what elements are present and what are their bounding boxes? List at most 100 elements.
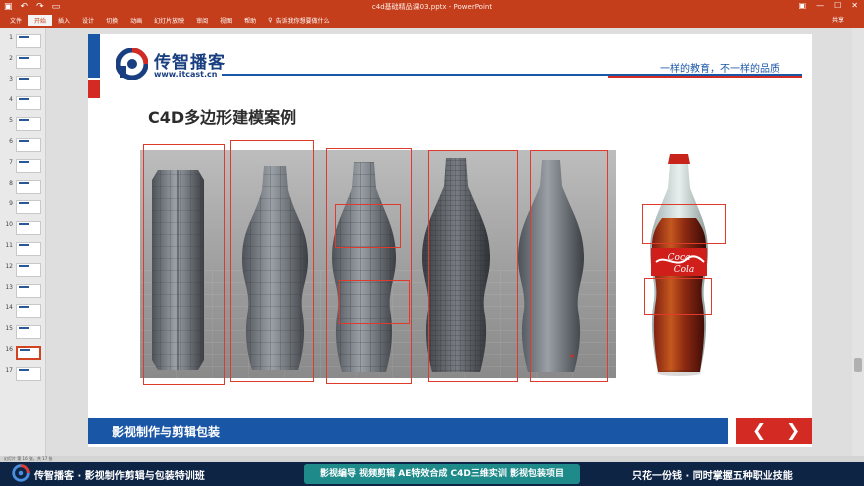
slide-thumbnail[interactable]: 5 xyxy=(3,117,43,133)
slide-thumbnail[interactable]: 9 xyxy=(3,200,43,216)
svg-text:Coca: Coca xyxy=(668,253,691,263)
slide-thumbnail[interactable]: 14 xyxy=(3,304,43,320)
prev-slide-button[interactable]: ❮ xyxy=(752,421,766,441)
slide-nav-buttons: ❮ ❯ xyxy=(736,418,812,444)
close-button[interactable]: ✕ xyxy=(851,1,858,10)
slide-thumbnail[interactable]: 12 xyxy=(3,262,43,279)
slide-thumbnail[interactable]: 13 xyxy=(3,283,43,300)
annotation-box-coke-waist xyxy=(644,278,712,315)
annotation-box xyxy=(428,150,518,382)
slide-thumbnail-preview xyxy=(16,158,41,173)
slide-thumbnail-preview xyxy=(16,117,41,132)
annotation-box xyxy=(143,144,225,385)
ribbon-tab[interactable]: 插入 xyxy=(52,15,76,26)
header-blue-bar xyxy=(88,34,100,78)
slide-thumbnail-number: 15 xyxy=(5,325,13,333)
slide-thumbnail-preview xyxy=(16,262,41,277)
promo-right-text: 只花一份钱 · 同时掌握五种职业技能 xyxy=(632,471,793,482)
itcast-logo-icon xyxy=(12,464,30,482)
slide-thumbnail-number: 3 xyxy=(9,75,13,83)
annotation-box xyxy=(530,150,608,382)
slide-thumbnail-preview xyxy=(16,221,41,236)
slide-thumbnail[interactable]: 17 xyxy=(3,366,43,383)
slide-thumbnail-number: 12 xyxy=(5,262,13,270)
slide-thumbnail[interactable]: 6 xyxy=(3,138,43,154)
annotation-box-coke-shoulder xyxy=(642,204,726,244)
ribbon-tab[interactable]: 文件 xyxy=(4,15,28,26)
slide-thumbnail[interactable]: 8 xyxy=(3,179,43,196)
slide-thumbnail-preview xyxy=(16,34,41,48)
ribbon-tabs: 文件 开始 插入 设计 切换 动画 幻灯片放映 审阅 视图 帮助 ♀ 告诉我你想要做什么 xyxy=(4,15,336,26)
slide-thumbnail[interactable]: 10 xyxy=(3,221,43,237)
slide-thumbnail[interactable]: 15 xyxy=(3,325,43,341)
ribbon-tab[interactable]: 幻灯片放映 xyxy=(148,15,190,26)
slide-thumbnail[interactable]: 4 xyxy=(3,96,43,112)
ribbon-tab[interactable]: 审阅 xyxy=(190,15,214,26)
slide-thumbnail-number: 9 xyxy=(9,200,13,208)
slide-thumbnail[interactable]: 3 xyxy=(3,75,43,92)
ribbon-options-icon[interactable]: ▣ xyxy=(799,1,807,10)
slide-thumbnail-preview xyxy=(16,304,41,319)
ribbon-tab[interactable]: 开始 xyxy=(28,15,53,26)
slide[interactable]: 传智播客 www.itcast.cn 一样的教育，不一样的品质 C4D多边形建模… xyxy=(88,34,812,447)
slide-thumbnail-number: 11 xyxy=(5,242,13,249)
slide-thumbnail[interactable]: 1 xyxy=(3,34,43,50)
coca-cola-bottle-photo: Coca Cola xyxy=(650,154,708,376)
tell-me-search[interactable]: ♀ 告诉我你想要做什么 xyxy=(262,15,335,26)
header-red-divider xyxy=(608,76,802,78)
slide-thumbnail-number: 10 xyxy=(5,221,13,229)
powerpoint-window: ▣ ↶ ↷ ▭ c4d基础精品课03.pptx - PowerPoint ▣ —… xyxy=(0,0,864,486)
slide-footer-bar: 影视制作与剪辑包装 xyxy=(88,418,728,444)
slide-thumbnail-pane[interactable]: 1 2 3 4 5 6 7 8 9 10 11 12 13 14 15 16 17 xyxy=(0,28,46,456)
slide-thumbnail-number: 5 xyxy=(9,117,13,125)
slide-thumbnail[interactable]: 2 xyxy=(3,54,43,71)
slide-thumbnail-preview xyxy=(16,346,41,360)
slide-thumbnail-preview xyxy=(16,179,41,194)
slide-thumbnail[interactable]: 7 xyxy=(3,158,43,175)
header-red-bar xyxy=(88,80,100,98)
slide-thumbnail-preview xyxy=(16,283,41,298)
annotation-box xyxy=(326,148,412,384)
lightbulb-icon: ♀ xyxy=(268,17,273,24)
slide-thumbnail-preview xyxy=(16,242,41,256)
document-title: c4d基础精品课03.pptx - PowerPoint xyxy=(371,3,493,11)
maximize-button[interactable]: ☐ xyxy=(834,1,841,10)
slide-thumbnail-number: 14 xyxy=(5,304,13,312)
slide-thumbnail-preview xyxy=(16,325,41,340)
slide-thumbnail-number: 2 xyxy=(9,54,13,62)
slide-thumbnail-number: 1 xyxy=(9,34,13,41)
ribbon-tab[interactable]: 切换 xyxy=(100,15,124,26)
slide-thumbnail[interactable]: 11 xyxy=(3,242,43,258)
footer-text: 影视制作与剪辑包装 xyxy=(112,425,221,439)
ribbon-tab[interactable]: 视图 xyxy=(214,15,238,26)
promo-banner: 传智播客 · 影视制作剪辑与包装特训班 影视编导 视频剪辑 AE特效合成 C4D… xyxy=(0,462,864,486)
next-slide-button[interactable]: ❯ xyxy=(786,421,800,441)
slide-thumbnail-preview xyxy=(16,200,41,215)
minimize-button[interactable]: — xyxy=(816,1,824,10)
slide-thumbnail-number: 7 xyxy=(9,158,13,166)
slide-thumbnail-preview xyxy=(16,138,41,152)
logo-url: www.itcast.cn xyxy=(154,70,218,79)
slide-thumbnail-preview xyxy=(16,54,41,69)
tagline: 一样的教育，不一样的品质 xyxy=(660,64,780,75)
slide-thumbnail-preview xyxy=(16,75,41,90)
slide-title: C4D多边形建模案例 xyxy=(148,108,297,127)
ribbon-tab[interactable]: 设计 xyxy=(76,15,100,26)
svg-text:Cola: Cola xyxy=(674,265,695,275)
itcast-logo-icon xyxy=(116,48,148,80)
slide-thumbnail-preview xyxy=(16,96,41,111)
slide-thumbnail-number: 17 xyxy=(5,366,13,374)
slide-thumbnail-number: 8 xyxy=(9,179,13,187)
promo-center-text: 影视编导 视频剪辑 AE特效合成 C4D三维实训 影视包装项目 xyxy=(304,464,580,484)
share-button[interactable]: 共享 xyxy=(832,15,844,24)
annotation-box-shoulder xyxy=(335,204,401,248)
slide-thumbnail[interactable]: 16 xyxy=(3,346,43,362)
title-bar: ▣ ↶ ↷ ▭ c4d基础精品课03.pptx - PowerPoint ▣ —… xyxy=(0,0,864,28)
promo-left-text: 传智播客 · 影视制作剪辑与包装特训班 xyxy=(34,471,205,482)
ribbon-tab[interactable]: 动画 xyxy=(124,15,148,26)
annotation-box-waist xyxy=(339,280,410,324)
slide-thumbnail-number: 4 xyxy=(9,96,13,104)
ribbon-tab[interactable]: 帮助 xyxy=(238,15,262,26)
vertical-scrollbar[interactable] xyxy=(852,28,864,456)
scrollbar-thumb[interactable] xyxy=(854,358,862,372)
